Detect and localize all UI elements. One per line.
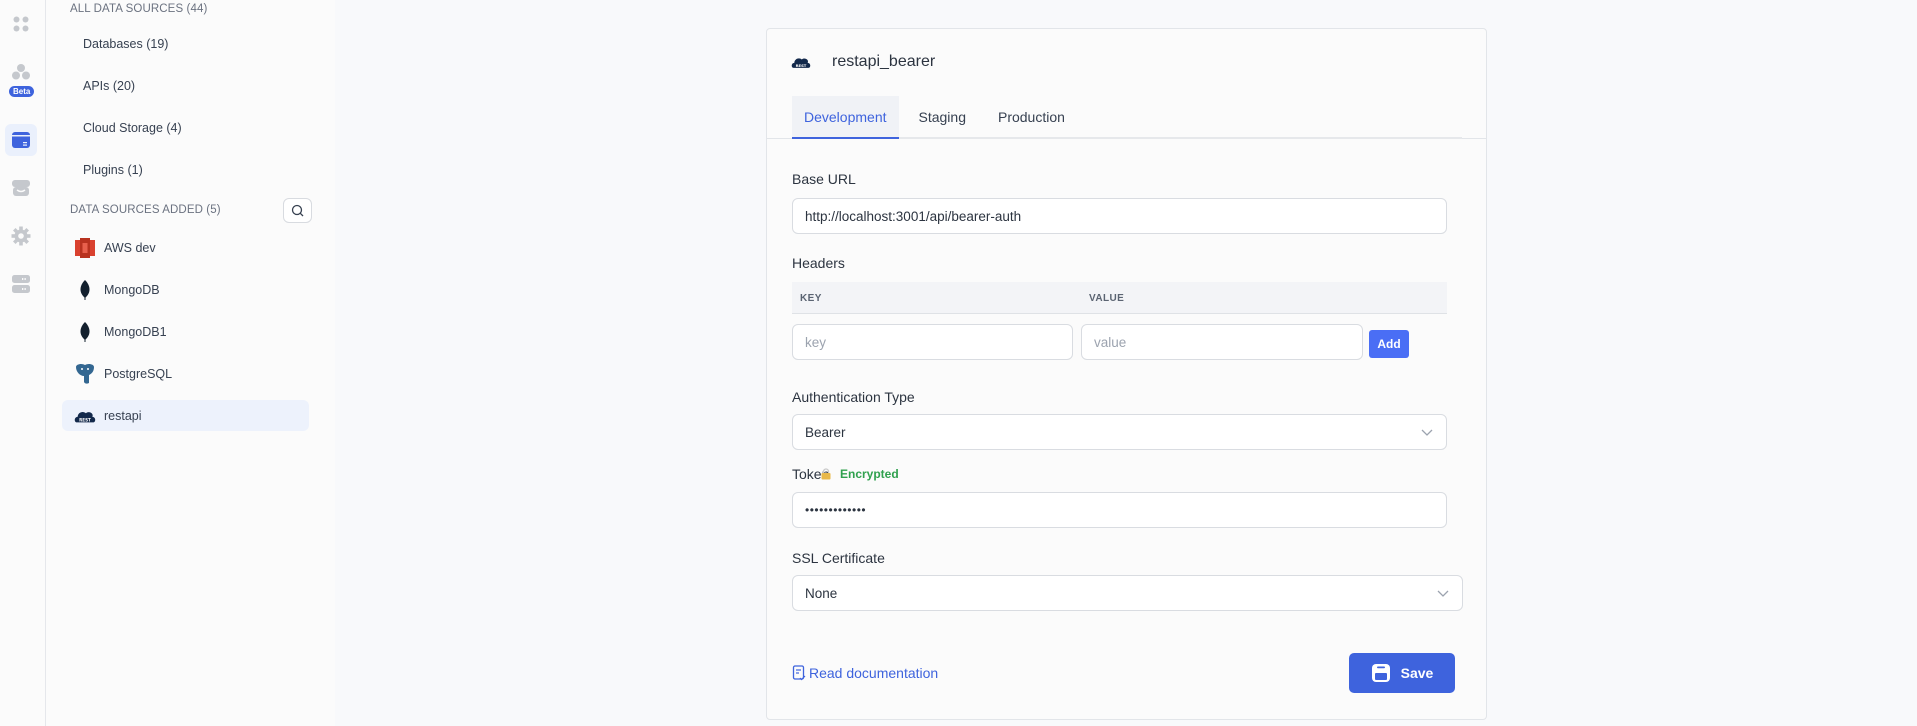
aws-s3-icon [74,237,96,259]
encrypted-label: Encrypted [840,467,899,481]
search-icon [291,204,304,217]
save-button[interactable]: Save [1349,653,1455,693]
data-source-aws-dev[interactable]: AWS dev [62,232,309,263]
rail-item-settings[interactable] [5,220,37,252]
tab-staging[interactable]: Staging [907,96,978,137]
data-source-label: PostgreSQL [104,366,173,381]
data-source-label: restapi [104,408,142,423]
auth-type-value: Bearer [805,424,846,440]
data-source-name[interactable]: restapi_bearer [832,53,935,71]
data-sources-sidebar: ALL DATA SOURCES (44) Databases (19) API… [46,0,335,726]
lock-icon [821,468,831,480]
category-cloud-storage[interactable]: Cloud Storage (4) [83,121,182,135]
auth-type-select[interactable]: Bearer [792,414,1447,450]
category-databases[interactable]: Databases (19) [83,37,168,51]
rail-item-data-sources[interactable] [5,124,37,156]
add-header-button[interactable]: Add [1369,330,1409,358]
data-source-mongodb[interactable]: MongoDB [62,274,309,305]
chevron-down-icon [1437,590,1449,597]
mongodb-icon [74,321,96,343]
data-source-label: AWS dev [104,240,156,255]
search-data-sources-button[interactable] [283,198,312,223]
rail-item-marketplace[interactable] [5,172,37,204]
header-value-input[interactable]: value [1081,324,1363,360]
save-label: Save [1400,665,1434,681]
mongodb-icon [74,279,96,301]
data-source-label: MongoDB1 [104,324,167,339]
rail-item-apps[interactable] [5,8,37,40]
data-sources-added-title: DATA SOURCES ADDED (5) [70,204,221,216]
header-key-column: KEY [800,293,822,304]
store-icon [12,180,30,196]
gear-icon [11,226,31,246]
ssl-certificate-select[interactable]: None [792,575,1463,611]
header-value-placeholder: value [1094,334,1127,350]
header-value-column: VALUE [1089,293,1125,304]
svg-text:REST: REST [796,64,807,68]
svg-text:REST: REST [79,417,91,422]
encrypted-badge: Encrypted [820,467,899,481]
tab-development[interactable]: Development [792,96,899,139]
beta-badge: Beta [9,86,35,97]
left-rail: Beta [0,0,46,726]
header-key-placeholder: key [805,334,827,350]
floppy-disk-icon [1371,664,1390,682]
read-documentation-label: Read documentation [809,665,939,681]
tab-production[interactable]: Production [986,96,1077,137]
base-url-input[interactable]: http://localhost:3001/api/bearer-auth [792,198,1447,234]
header-key-input[interactable]: key [792,324,1073,360]
rail-item-server[interactable] [5,268,37,300]
chevron-down-icon [1421,429,1433,436]
token-value: ••••••••••••• [805,503,867,517]
headers-label: Headers [792,255,845,271]
data-source-postgresql[interactable]: PostgreSQL [62,358,309,389]
headers-table-header: KEY VALUE [792,282,1447,314]
ssl-certificate-value: None [805,585,838,601]
all-data-sources-title: ALL DATA SOURCES (44) [70,3,208,15]
data-source-label: MongoDB [104,282,160,297]
base-url-label: Base URL [792,171,856,187]
category-apis[interactable]: APIs (20) [83,79,135,93]
token-input[interactable]: ••••••••••••• [792,492,1447,528]
rail-item-workflows[interactable] [5,56,37,88]
read-documentation-link[interactable]: Read documentation [792,665,938,681]
document-check-icon [792,665,806,681]
cubes-icon [12,64,30,80]
rest-api-icon: REST [74,405,96,427]
data-source-mongodb1[interactable]: MongoDB1 [62,316,309,347]
ssl-certificate-label: SSL Certificate [792,550,885,566]
data-source-restapi[interactable]: REST restapi [62,400,309,431]
base-url-value: http://localhost:3001/api/bearer-auth [805,208,1022,224]
data-source-config-card: REST restapi_bearer Development Staging … [766,28,1487,720]
postgresql-icon [74,363,96,385]
database-icon [12,132,30,148]
server-icon [12,275,30,293]
card-header: REST restapi_bearer Development Staging … [767,29,1486,139]
category-plugins[interactable]: Plugins (1) [83,163,143,177]
rest-api-icon: REST [791,55,811,74]
auth-type-label: Authentication Type [792,389,915,405]
grid-dots-icon [13,16,29,32]
environment-tabs: Development Staging Production [792,96,1462,139]
